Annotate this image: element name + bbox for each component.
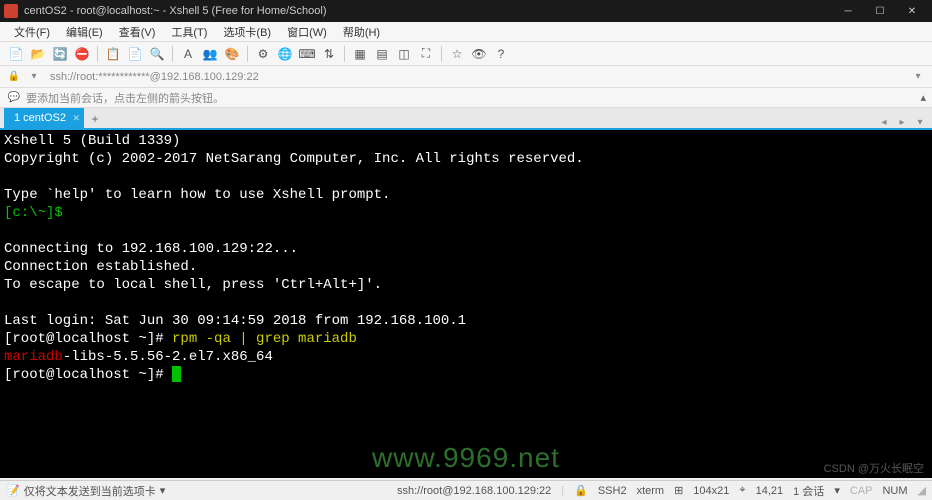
connection-status: ssh://root@192.168.100.129:22 bbox=[397, 485, 551, 497]
separator bbox=[97, 46, 98, 62]
copy-icon[interactable]: 📋 bbox=[103, 44, 123, 64]
dropdown-icon[interactable]: ▾ bbox=[834, 484, 840, 497]
tab-add-icon[interactable]: + bbox=[86, 110, 104, 128]
app-icon bbox=[4, 4, 18, 18]
tab-bar: 1 centOS2 ✕ + ◂ ▸ ▾ bbox=[0, 108, 932, 130]
globe-icon[interactable]: 🌐 bbox=[275, 44, 295, 64]
minimize-button[interactable]: ─ bbox=[832, 0, 864, 22]
lock-icon: 🔒 bbox=[6, 69, 22, 85]
cap-lock-label: CAP bbox=[850, 485, 873, 497]
terminal-line: Xshell 5 (Build 1339) bbox=[4, 133, 180, 149]
disconnect-icon[interactable]: ⛔ bbox=[72, 44, 92, 64]
num-lock-label: NUM bbox=[882, 485, 907, 497]
terminal-pane[interactable]: Xshell 5 (Build 1339) Copyright (c) 2002… bbox=[0, 130, 932, 478]
dropdown-icon[interactable]: ▾ bbox=[26, 69, 42, 85]
separator bbox=[441, 46, 442, 62]
hint-bar: 💬 要添加当前会话，点击左侧的箭头按钮。 ▴ bbox=[0, 88, 932, 108]
fullscreen-icon[interactable]: ⛶ bbox=[416, 44, 436, 64]
star-icon[interactable]: ☆ bbox=[447, 44, 467, 64]
split-icon[interactable]: ◫ bbox=[394, 44, 414, 64]
tile-icon[interactable]: ▤ bbox=[372, 44, 392, 64]
address-text[interactable]: ssh://root:************@192.168.100.129:… bbox=[46, 71, 906, 83]
menu-bar: 文件(F) 编辑(E) 查看(V) 工具(T) 选项卡(B) 窗口(W) 帮助(… bbox=[0, 22, 932, 42]
term-size-label: 104x21 bbox=[693, 485, 729, 497]
address-bar: 🔒 ▾ ssh://root:************@192.168.100.… bbox=[0, 66, 932, 88]
size-icon: ⊞ bbox=[674, 484, 683, 497]
grep-match: mariadb bbox=[4, 349, 63, 365]
send-mode-label: 仅将文本发送到当前选项卡 bbox=[24, 483, 156, 499]
collapse-icon[interactable]: ▴ bbox=[920, 91, 926, 104]
menu-tabs[interactable]: 选项卡(B) bbox=[215, 22, 279, 42]
separator bbox=[344, 46, 345, 62]
menu-help[interactable]: 帮助(H) bbox=[335, 22, 388, 42]
term-type-label: xterm bbox=[637, 485, 665, 497]
toolbar: 📄 📂 🔄 ⛔ 📋 📄 🔍 A 👥 🎨 ⚙ 🌐 ⌨ ⇅ ▦ ▤ ◫ ⛶ ☆ 👁 … bbox=[0, 42, 932, 66]
tab-prev-icon[interactable]: ◂ bbox=[876, 117, 892, 128]
hint-text: 要添加当前会话，点击左侧的箭头按钮。 bbox=[26, 90, 224, 106]
font-icon[interactable]: A bbox=[178, 44, 198, 64]
maximize-button[interactable]: ☐ bbox=[864, 0, 896, 22]
tab-next-icon[interactable]: ▸ bbox=[894, 117, 910, 128]
reconnect-icon[interactable]: 🔄 bbox=[50, 44, 70, 64]
close-button[interactable]: ✕ bbox=[896, 0, 928, 22]
dropdown-icon[interactable]: ▾ bbox=[160, 484, 166, 497]
eye-icon[interactable]: 👁 bbox=[469, 44, 489, 64]
terminal-line: Type `help' to learn how to use Xshell p… bbox=[4, 187, 390, 203]
separator bbox=[172, 46, 173, 62]
menu-view[interactable]: 查看(V) bbox=[111, 22, 164, 42]
protocol-label: SSH2 bbox=[598, 485, 627, 497]
new-session-icon[interactable]: 📄 bbox=[6, 44, 26, 64]
keyboard-icon[interactable]: ⌨ bbox=[297, 44, 317, 64]
lock-icon: 🔒 bbox=[574, 484, 588, 497]
tab-list-icon[interactable]: ▾ bbox=[912, 117, 928, 128]
properties-icon[interactable]: ⚙ bbox=[253, 44, 273, 64]
menu-edit[interactable]: 编辑(E) bbox=[58, 22, 111, 42]
paste-icon[interactable]: 📄 bbox=[125, 44, 145, 64]
help-icon[interactable]: ? bbox=[491, 44, 511, 64]
menu-window[interactable]: 窗口(W) bbox=[279, 22, 335, 42]
separator bbox=[247, 46, 248, 62]
menu-tools[interactable]: 工具(T) bbox=[163, 22, 215, 42]
dropdown-icon[interactable]: ▾ bbox=[910, 69, 926, 85]
shell-prompt: [root@localhost ~]# bbox=[4, 331, 172, 347]
tab-label: 1 centOS2 bbox=[14, 112, 66, 124]
color-icon[interactable]: 🎨 bbox=[222, 44, 242, 64]
local-prompt: [c:\~]$ bbox=[4, 205, 63, 221]
cursor-icon bbox=[172, 366, 181, 382]
send-mode-icon[interactable]: 📝 bbox=[6, 484, 20, 497]
tab-close-icon[interactable]: ✕ bbox=[72, 113, 80, 124]
title-bar: centOS2 - root@localhost:~ - Xshell 5 (F… bbox=[0, 0, 932, 22]
terminal-line: To escape to local shell, press 'Ctrl+Al… bbox=[4, 277, 382, 293]
resize-grip-icon[interactable]: ◢ bbox=[918, 484, 926, 497]
find-icon[interactable]: 🔍 bbox=[147, 44, 167, 64]
session-tab[interactable]: 1 centOS2 ✕ bbox=[4, 108, 84, 128]
cursor-icon: ⌖ bbox=[739, 484, 745, 497]
terminal-line: Last login: Sat Jun 30 09:14:59 2018 fro… bbox=[4, 313, 466, 329]
window-title: centOS2 - root@localhost:~ - Xshell 5 (F… bbox=[24, 5, 326, 17]
tab-nav: ◂ ▸ ▾ bbox=[876, 117, 928, 128]
command-text: rpm -qa | grep mariadb bbox=[172, 331, 357, 347]
layout-icon[interactable]: ▦ bbox=[350, 44, 370, 64]
terminal-line: Connection established. bbox=[4, 259, 197, 275]
open-session-icon[interactable]: 📂 bbox=[28, 44, 48, 64]
transfer-icon[interactable]: ⇅ bbox=[319, 44, 339, 64]
info-icon: 💬 bbox=[6, 90, 22, 106]
cursor-pos-label: 14,21 bbox=[756, 485, 784, 497]
shell-prompt: [root@localhost ~]# bbox=[4, 367, 172, 383]
users-icon[interactable]: 👥 bbox=[200, 44, 220, 64]
menu-file[interactable]: 文件(F) bbox=[6, 22, 58, 42]
terminal-line: Connecting to 192.168.100.129:22... bbox=[4, 241, 298, 257]
status-bar: 📝 仅将文本发送到当前选项卡 ▾ ssh://root@192.168.100.… bbox=[0, 480, 932, 500]
session-count-label: 1 会话 bbox=[793, 483, 824, 499]
terminal-line: Copyright (c) 2002-2017 NetSarang Comput… bbox=[4, 151, 584, 167]
output-text: -libs-5.5.56-2.el7.x86_64 bbox=[63, 349, 273, 365]
